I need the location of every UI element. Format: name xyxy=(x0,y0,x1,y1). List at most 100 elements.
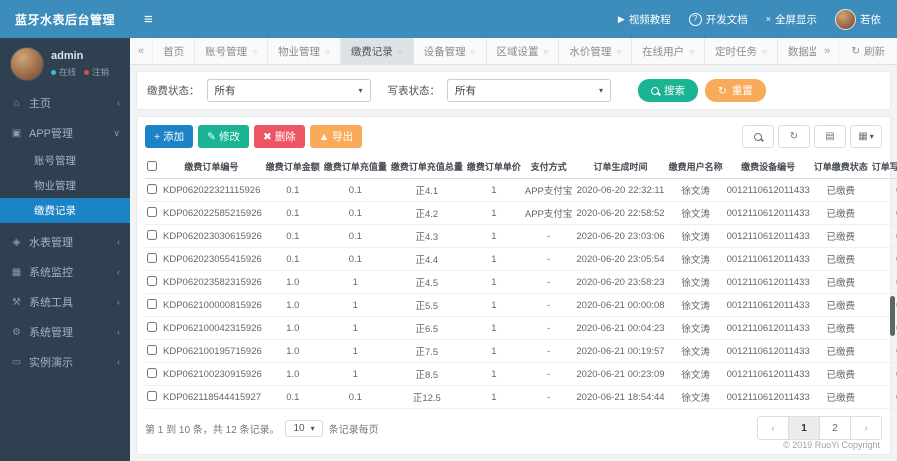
sidebar-item-2[interactable]: ▣ APP管理 ∨ xyxy=(0,118,130,148)
tab-设备管理[interactable]: 设备管理 ○ xyxy=(414,38,487,64)
row-checkbox-cell xyxy=(145,316,159,340)
fullscreen-icon: × xyxy=(765,14,771,24)
page-button-1[interactable]: 1 xyxy=(789,417,820,439)
row-checkbox[interactable] xyxy=(147,367,157,378)
sidebar-item-6[interactable]: ⚙ 系统管理 ‹ xyxy=(0,317,130,347)
topbar-profile[interactable]: 若依 xyxy=(835,8,881,30)
row-checkbox-cell xyxy=(145,178,159,202)
tab-定时任务[interactable]: 定时任务 ○ xyxy=(705,38,778,64)
sidebar-item-4[interactable]: ▦ 系统监控 ‹ xyxy=(0,257,130,287)
cell-write-count: 0 xyxy=(869,178,897,202)
scrollbar-thumb[interactable] xyxy=(890,296,895,336)
search-button[interactable]: 搜索 xyxy=(638,79,698,102)
tab-物业管理[interactable]: 物业管理 ○ xyxy=(268,38,341,64)
row-checkbox[interactable] xyxy=(147,183,157,194)
tab-账号管理[interactable]: 账号管理 ○ xyxy=(195,38,268,64)
sidebar-subitem[interactable]: 物业管理 xyxy=(0,173,130,198)
row-checkbox[interactable] xyxy=(147,206,157,217)
topbar-dev-docs[interactable]: ? 开发文档 xyxy=(688,12,748,27)
sidebar: 蓝牙水表后台管理 admin 在线 注销 ⌂ 主页 ‹ ▣ APP管理 ∨ 账号管理 物业管理… xyxy=(0,0,130,461)
cell-recharge-qty: 1 xyxy=(321,316,389,340)
cell-recharge-total: 正4.3 xyxy=(388,224,465,248)
cell-recharge-total: 正4.1 xyxy=(388,178,465,202)
sidebar-item-5[interactable]: ⚒ 系统工具 ‹ xyxy=(0,287,130,317)
page-prev-button[interactable]: ‹ xyxy=(758,417,789,439)
tab-区域设置[interactable]: 区域设置 ○ xyxy=(487,38,560,64)
cell-pay-status: 已缴费 xyxy=(811,201,870,225)
sidebar-subitem[interactable]: 账号管理 xyxy=(0,148,130,173)
table-toggle-view-button[interactable]: ▤ xyxy=(814,125,846,148)
pay-status-select[interactable]: 所有 ▾ xyxy=(206,79,371,102)
edit-button[interactable]: ✎ 修改 xyxy=(198,125,249,148)
page-button-2[interactable]: 2 xyxy=(820,417,851,439)
tab-close-icon[interactable]: ○ xyxy=(471,47,476,56)
export-button[interactable]: ▲ 导出 xyxy=(309,125,363,148)
row-checkbox[interactable] xyxy=(147,321,157,332)
tab-缴费记录[interactable]: 缴费记录 ○ xyxy=(340,38,414,64)
row-checkbox[interactable] xyxy=(147,275,157,286)
tab-close-icon[interactable]: ○ xyxy=(689,47,694,56)
sidebar-toggle-icon[interactable]: ≡ xyxy=(130,11,167,28)
row-checkbox[interactable] xyxy=(147,390,157,401)
tabs-scroll-right-icon[interactable]: » xyxy=(816,38,840,64)
table-columns-button[interactable]: ▦ ▾ xyxy=(850,125,882,148)
logout-link[interactable]: 注销 xyxy=(92,66,109,78)
tab-close-icon[interactable]: ○ xyxy=(325,47,330,56)
tabs-refresh-button[interactable]: ↻ 刷新 xyxy=(839,44,897,59)
select-all-checkbox[interactable] xyxy=(147,160,157,171)
cell-order-amount: 0.1 xyxy=(263,224,322,248)
sidebar-subitem[interactable]: 缴费记录 xyxy=(0,198,130,223)
tab-水价管理[interactable]: 水价管理 ○ xyxy=(559,38,633,64)
chevron-left-icon: ‹ xyxy=(117,98,120,108)
tab-close-icon[interactable]: ○ xyxy=(616,47,621,56)
cell-recharge-total: 正7.5 xyxy=(388,339,465,363)
export-icon: ▲ xyxy=(318,130,330,143)
topbar-fullscreen[interactable]: × 全屏显示 xyxy=(766,12,817,27)
cell-unit-price: 1 xyxy=(464,385,523,409)
cell-device-no: 0012110612011433 xyxy=(724,270,812,294)
online-link[interactable]: 在线 xyxy=(59,66,76,78)
row-checkbox[interactable] xyxy=(147,252,157,263)
table-refresh-button[interactable]: ↻ xyxy=(778,125,810,148)
avatar[interactable] xyxy=(10,47,44,81)
sidebar-item-label: 实例演示 xyxy=(29,357,73,369)
caret-down-icon: ▾ xyxy=(598,86,603,95)
tab-首页[interactable]: 首页 xyxy=(153,38,196,64)
cell-pay-status: 已缴费 xyxy=(811,362,870,386)
table-row: KDP062118544415927 0.1 0.1 正12.5 1-2020-06-2… xyxy=(145,385,897,409)
topbar-video-tutorial-label: 视频教程 xyxy=(628,13,671,26)
cell-user-name: 徐文涛 xyxy=(666,178,725,202)
tabs-refresh-label: 刷新 xyxy=(864,45,885,58)
sidebar-item-1[interactable]: ⌂ 主页 ‹ xyxy=(0,88,130,118)
cell-write-count: 0 xyxy=(869,362,897,386)
topbar-video-tutorial[interactable]: ▶ 视频教程 xyxy=(618,12,671,27)
page-size-select[interactable]: 10 ▾ xyxy=(285,419,323,437)
tab-在线用户[interactable]: 在线用户 ○ xyxy=(632,38,706,64)
row-checkbox[interactable] xyxy=(147,229,157,240)
delete-button[interactable]: ✖ 删除 xyxy=(253,125,305,148)
sidebar-item-3[interactable]: ◈ 水表管理 ‹ xyxy=(0,227,130,257)
page-next-button[interactable]: › xyxy=(851,417,881,439)
write-status-select[interactable]: 所有 ▾ xyxy=(447,79,611,102)
add-button[interactable]: + 添加 xyxy=(145,125,194,148)
tab-数据监控[interactable]: 数据监控○ xyxy=(778,38,816,64)
tab-close-icon[interactable]: ○ xyxy=(398,47,403,56)
cell-pay-status: 已缴费 xyxy=(811,270,870,294)
sidebar-item-7[interactable]: ▭ 实例演示 ‹ xyxy=(0,347,130,377)
row-checkbox[interactable] xyxy=(147,344,157,355)
reset-button[interactable]: ↻ 重置 xyxy=(705,79,766,102)
cell-recharge-total: 正4.5 xyxy=(388,270,465,294)
tab-close-icon[interactable]: ○ xyxy=(252,47,257,56)
app-title: 蓝牙水表后台管理 xyxy=(0,0,130,38)
tab-close-icon[interactable]: ○ xyxy=(544,47,549,56)
cell-pay-method: - xyxy=(522,224,575,248)
chevron-left-icon: ‹ xyxy=(117,267,120,277)
home-icon: ⌂ xyxy=(13,97,20,109)
row-checkbox[interactable] xyxy=(147,298,157,309)
tabs-scroll-left-icon[interactable]: « xyxy=(130,38,154,64)
tab-close-icon[interactable]: ○ xyxy=(762,47,767,56)
cell-unit-price: 1 xyxy=(464,362,523,386)
table-search-toggle-button[interactable] xyxy=(742,125,774,148)
pay-status-label: 缴费状态： xyxy=(147,85,200,97)
cell-user-name: 徐文涛 xyxy=(666,316,725,340)
